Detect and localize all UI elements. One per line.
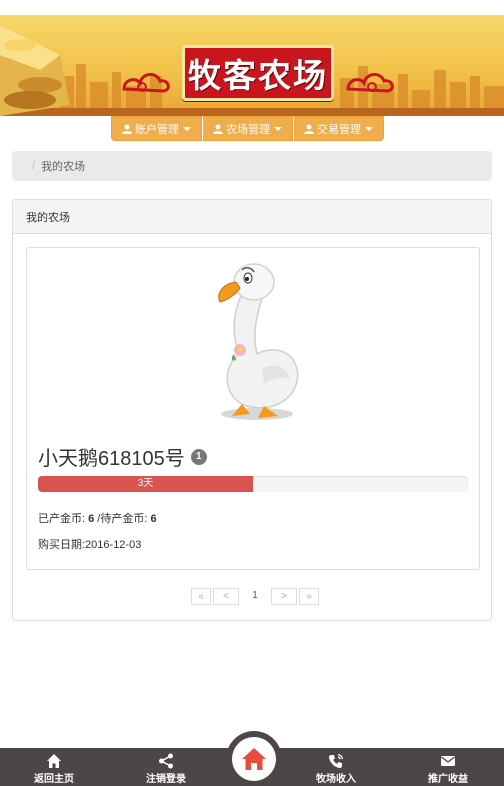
gold-coins-image	[0, 25, 70, 116]
caret-down-icon	[183, 126, 191, 131]
produced-coins-label: 已产金币:	[38, 513, 89, 525]
user-icon	[122, 124, 132, 134]
header-banner: 牧客农场	[0, 15, 504, 116]
coin-stats: 已产金币: 6 /待产金币: 6	[38, 510, 157, 526]
footer-label: 牧场收入	[316, 774, 356, 785]
footer-label: 注销登录	[146, 774, 186, 785]
logo-text: 牧客农场	[188, 56, 328, 95]
footer-back-home[interactable]: 返回主页	[4, 748, 104, 786]
auspicious-cloud-left-icon	[122, 73, 170, 93]
caret-down-icon	[365, 126, 373, 131]
user-icon	[304, 124, 314, 134]
footer-logout[interactable]: 注销登录	[116, 748, 216, 786]
pending-coins-value: 6	[150, 513, 157, 525]
nav-account-management[interactable]: 账户管理	[111, 116, 202, 141]
breadcrumb: / 我的农场	[12, 151, 492, 181]
footer-farm-income[interactable]: 牧场收入	[286, 748, 386, 786]
page: 牧客农场 账户管理 农场管理 交易管理 / 我的农场 我的农场 小天鹅61810…	[0, 0, 504, 786]
growth-progress-bar: 3天	[38, 476, 253, 492]
growth-progress: 3天	[38, 476, 468, 492]
envelope-icon	[441, 756, 455, 766]
pet-level-badge: 1	[190, 448, 207, 465]
pet-card: 小天鹅618105号 1 3天 已产金币: 6 /待产金币: 6 购买日期:20…	[26, 247, 480, 570]
panel-title: 我的农场	[13, 200, 491, 234]
footer-label: 推广收益	[428, 774, 468, 785]
phone-icon	[329, 753, 344, 768]
site-logo[interactable]: 牧客农场	[182, 45, 334, 101]
footer-label: 返回主页	[34, 774, 74, 785]
pending-coins-label: /待产金币:	[94, 513, 151, 525]
main-nav: 账户管理 农场管理 交易管理	[111, 116, 384, 141]
nav-label: 交易管理	[317, 123, 361, 136]
purchase-date: 购买日期:2016-12-03	[38, 539, 142, 551]
breadcrumb-current: 我的农场	[41, 161, 86, 173]
pagination-current[interactable]: 1	[241, 588, 269, 605]
breadcrumb-separator: /	[32, 160, 36, 172]
pagination-last[interactable]: »	[299, 588, 319, 605]
home-icon	[47, 754, 61, 768]
pagination-next[interactable]: >	[271, 588, 297, 605]
auspicious-cloud-right-icon	[346, 73, 394, 93]
pagination: « < 1 > »	[191, 588, 319, 605]
nav-label: 账户管理	[135, 123, 179, 136]
share-icon	[159, 753, 173, 769]
goose-image	[218, 263, 299, 420]
center-home-button[interactable]	[226, 731, 282, 786]
user-icon	[213, 124, 223, 134]
caret-down-icon	[274, 126, 282, 131]
nav-farm-management[interactable]: 农场管理	[202, 116, 293, 141]
pagination-first[interactable]: «	[191, 588, 211, 605]
pet-name-text: 小天鹅618105号	[38, 448, 185, 470]
nav-trade-management[interactable]: 交易管理	[293, 116, 384, 141]
farm-panel: 我的农场 小天鹅618105号 1 3天 已产金币: 6 /待产金币: 6 购买…	[12, 199, 492, 621]
pet-name: 小天鹅618105号 1	[38, 442, 207, 471]
pagination-prev[interactable]: <	[213, 588, 239, 605]
center-home-inner	[232, 737, 276, 781]
footer-promo-income[interactable]: 推广收益	[398, 748, 498, 786]
home-icon	[242, 748, 266, 770]
nav-label: 农场管理	[226, 123, 270, 136]
